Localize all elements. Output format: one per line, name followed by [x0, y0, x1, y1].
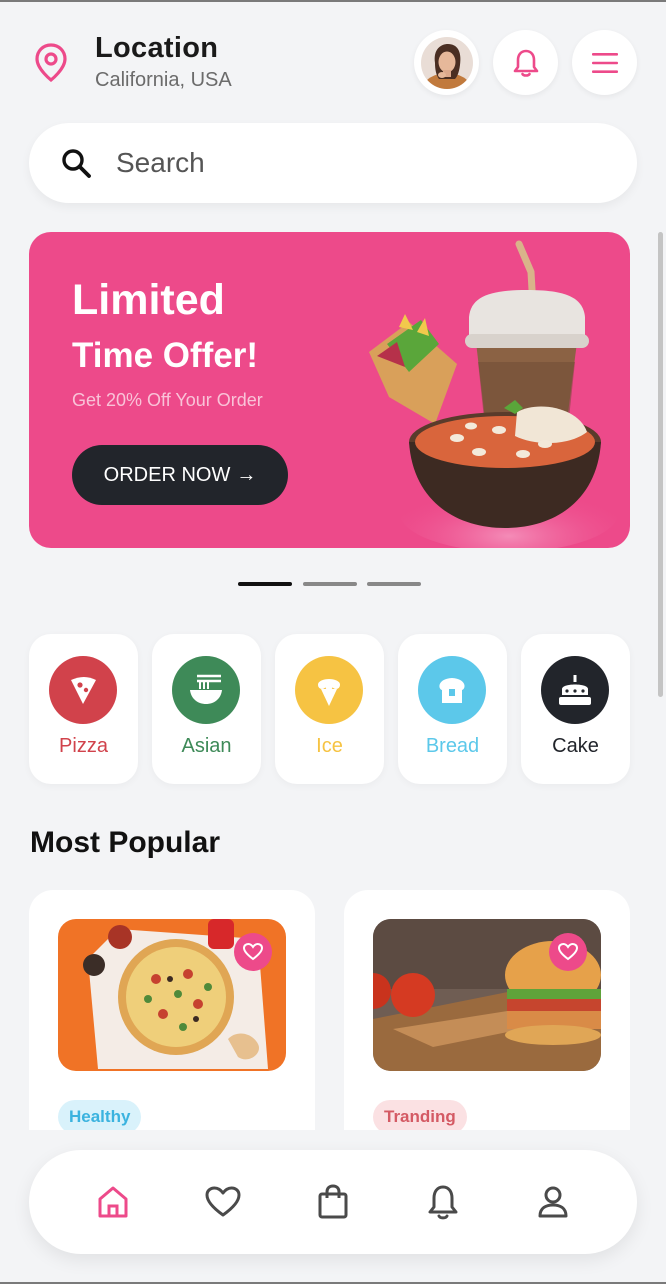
- hamburger-menu-icon: [591, 52, 618, 73]
- search-bar[interactable]: [29, 123, 637, 203]
- food-illustration: [369, 240, 619, 548]
- product-image: [373, 919, 601, 1071]
- shopping-bag-icon: [318, 1184, 348, 1219]
- nav-profile[interactable]: [531, 1180, 575, 1224]
- ice-cream-icon: [295, 656, 363, 724]
- avatar-button[interactable]: [414, 30, 479, 95]
- banner-title: Limited: [72, 276, 225, 324]
- category-label: Asian: [181, 735, 232, 757]
- nav-home[interactable]: [91, 1180, 135, 1224]
- category-asian[interactable]: Asian: [152, 634, 261, 784]
- location-subtitle[interactable]: California, USA: [95, 69, 232, 92]
- category-label: Ice: [316, 735, 343, 757]
- notification-button[interactable]: [493, 30, 558, 95]
- noodles-icon: [172, 656, 240, 724]
- heart-icon: [558, 943, 578, 961]
- product-card-pizza[interactable]: Healthy: [29, 890, 315, 1130]
- top-border: [0, 0, 666, 2]
- product-card-burger[interactable]: Tranding: [344, 890, 630, 1130]
- bottom-navigation: [29, 1150, 637, 1254]
- nav-notifications[interactable]: [421, 1180, 465, 1224]
- product-image: [58, 919, 286, 1071]
- arrow-right-icon: →: [236, 463, 257, 486]
- nav-cart[interactable]: [311, 1180, 355, 1224]
- category-pizza[interactable]: Pizza: [29, 634, 138, 784]
- section-title-most-popular: Most Popular: [30, 826, 221, 859]
- home-icon: [98, 1186, 128, 1218]
- avatar: [420, 36, 473, 89]
- user-icon: [538, 1186, 568, 1218]
- order-now-label: ORDER NOW: [103, 463, 231, 486]
- category-cake[interactable]: Cake: [521, 634, 630, 784]
- category-label: Cake: [552, 735, 599, 757]
- heart-icon: [205, 1186, 241, 1217]
- nav-favorites[interactable]: [201, 1180, 245, 1224]
- bell-icon: [513, 49, 538, 77]
- search-icon: [62, 149, 91, 178]
- favorite-button[interactable]: [549, 933, 587, 971]
- carousel-dot-3[interactable]: [367, 582, 421, 586]
- order-now-button[interactable]: ORDER NOW →: [72, 445, 288, 505]
- bell-icon: [428, 1185, 458, 1220]
- cake-icon: [541, 656, 609, 724]
- product-tag: Tranding: [373, 1100, 467, 1130]
- favorite-button[interactable]: [234, 933, 272, 971]
- category-label: Pizza: [59, 735, 108, 757]
- location-pin-icon[interactable]: [30, 41, 72, 83]
- pizza-icon: [49, 656, 117, 724]
- heart-icon: [243, 943, 263, 961]
- carousel-dot-2[interactable]: [303, 582, 357, 586]
- promo-banner[interactable]: Limited Time Offer! Get 20% Off Your Ord…: [29, 232, 630, 548]
- bread-icon: [418, 656, 486, 724]
- category-bread[interactable]: Bread: [398, 634, 507, 784]
- banner-subtitle: Get 20% Off Your Order: [72, 390, 263, 410]
- scrollbar[interactable]: [658, 232, 663, 697]
- category-ice[interactable]: Ice: [275, 634, 384, 784]
- category-label: Bread: [425, 735, 480, 757]
- location-title: Location: [95, 32, 219, 64]
- product-tag: Healthy: [58, 1100, 142, 1130]
- banner-title-line2: Time Offer!: [72, 336, 259, 375]
- search-input[interactable]: [116, 143, 596, 183]
- carousel-dot-1[interactable]: [238, 582, 292, 586]
- menu-button[interactable]: [572, 30, 637, 95]
